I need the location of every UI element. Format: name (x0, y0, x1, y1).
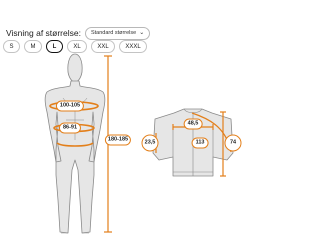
chest-measurement-badge: 100-105 (55, 100, 85, 112)
body-figure (44, 53, 106, 234)
measurement-illustration: 100-105 86-91 180-185 48,5 23,5 113 74 (0, 0, 250, 250)
body-length-badge: 74 (224, 134, 242, 152)
sleeve-length-badge: 113 (191, 137, 209, 149)
chest-width-badge: 48,5 (183, 118, 203, 130)
head-icon (67, 53, 83, 83)
waist-measurement-badge: 86-91 (58, 122, 82, 134)
sleeve-opening-badge: 23,5 (141, 134, 159, 152)
height-measurement-badge: 180-185 (104, 134, 132, 146)
